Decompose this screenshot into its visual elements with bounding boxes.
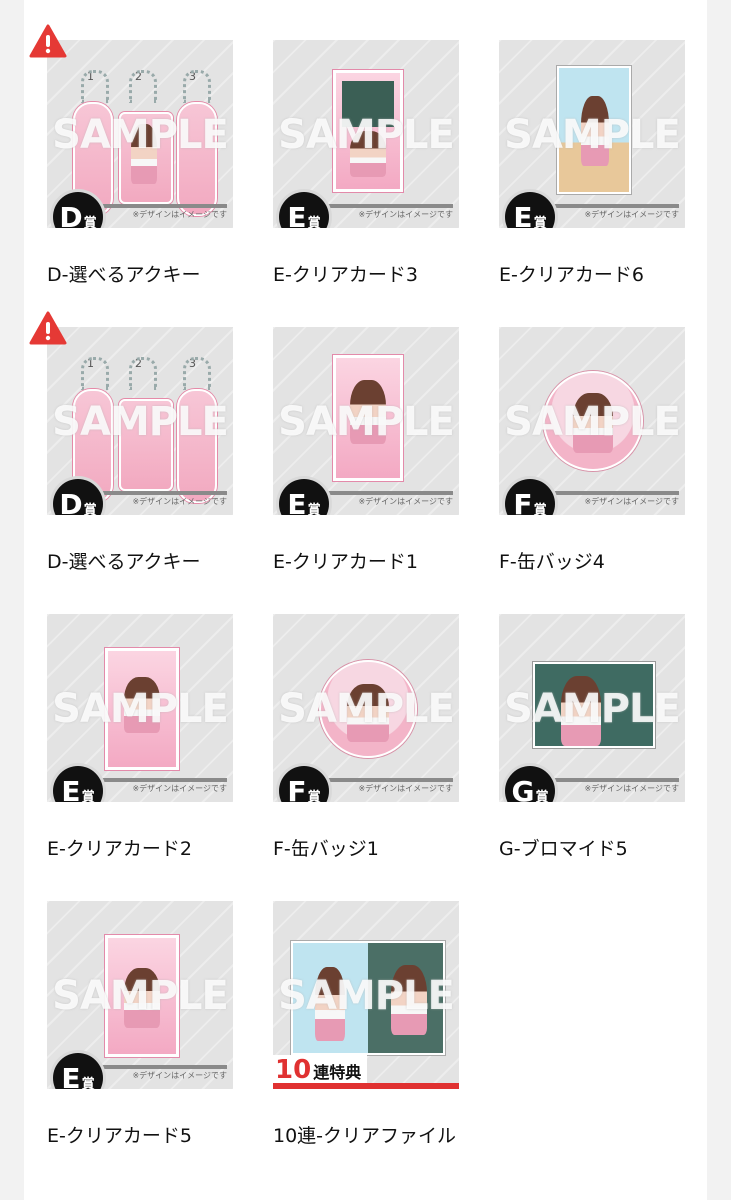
sample-watermark: SAMPLE [52,112,229,158]
design-note: ※デザインはイメージです [584,784,679,793]
prize-label[interactable]: D-選べるアクキー [47,258,247,292]
grade-badge: G賞 [505,766,555,802]
grade-badge: E賞 [279,192,329,228]
design-note: ※デザインはイメージです [132,497,227,506]
prize-thumbnail[interactable]: SAMPLE ※デザインはイメージです F賞 [273,614,459,802]
design-note: ※デザインはイメージです [358,210,453,219]
prize-thumbnail[interactable]: SAMPLE ※デザインはイメージです E賞 [273,40,459,228]
prize-label[interactable]: D-選べるアクキー [47,545,247,579]
sample-watermark: SAMPLE [504,112,681,158]
sample-watermark: SAMPLE [52,973,229,1019]
prize-thumbnail[interactable]: SAMPLE ※デザインはイメージです E賞 [499,40,685,228]
prize-thumbnail[interactable]: SAMPLE ※デザインはイメージです G賞 [499,614,685,802]
warning-icon [29,24,67,58]
design-note: ※デザインはイメージです [358,497,453,506]
prize-label[interactable]: E-クリアカード2 [47,832,247,866]
grade-badge: F賞 [279,766,329,802]
prize-label[interactable]: G-ブロマイド5 [499,832,699,866]
prize-thumbnail[interactable]: SAMPLE ※デザインはイメージです F賞 [499,327,685,515]
sample-watermark: SAMPLE [52,686,229,732]
design-note: ※デザインはイメージです [132,784,227,793]
sample-watermark: SAMPLE [52,399,229,445]
prize-label[interactable]: E-クリアカード1 [273,545,473,579]
design-note: ※デザインはイメージです [358,784,453,793]
prize-label[interactable]: E-クリアカード6 [499,258,699,292]
grade-badge: E賞 [279,479,329,515]
warning-icon [29,311,67,345]
design-note: ※デザインはイメージです [132,1071,227,1080]
grade-badge: E賞 [505,192,555,228]
prize-label[interactable]: E-クリアカード3 [273,258,473,292]
grade-badge: F賞 [505,479,555,515]
sample-watermark: SAMPLE [278,112,455,158]
sample-watermark: SAMPLE [278,399,455,445]
prize-thumbnail[interactable]: SAMPLE ※デザインはイメージです E賞 [47,901,233,1089]
prize-thumbnail[interactable]: SAMPLE ※デザインはイメージです E賞 [273,327,459,515]
sample-watermark: SAMPLE [278,973,455,1019]
design-note: ※デザインはイメージです [584,210,679,219]
grade-badge: E賞 [53,1053,103,1089]
prize-label[interactable]: E-クリアカード5 [47,1119,247,1153]
design-note: ※デザインはイメージです [584,497,679,506]
sample-watermark: SAMPLE [278,686,455,732]
prize-label[interactable]: F-缶バッジ4 [499,545,699,579]
sample-watermark: SAMPLE [504,686,681,732]
ten-pull-bonus-badge: 10 連特典 [273,1055,459,1089]
grade-badge: E賞 [53,766,103,802]
prize-label[interactable]: F-缶バッジ1 [273,832,473,866]
prize-thumbnail[interactable]: 1 2 3 SAMPLE ※デザインはイメージです D賞 [47,327,233,515]
prize-thumbnail[interactable]: SAMPLE ※デザインはイメージです E賞 [47,614,233,802]
prize-label[interactable]: 10連-クリアファイル [273,1119,473,1153]
prize-thumbnail[interactable]: 1 2 3 SAMPLE ※デザインはイメージです D賞 [47,40,233,228]
sample-watermark: SAMPLE [504,399,681,445]
prize-list-panel: 1 2 3 SAMPLE ※デザインはイメージです D賞 D-選べるアクキー S… [24,0,707,1200]
prize-thumbnail[interactable]: SAMPLE 10 連特典 [273,901,459,1089]
design-note: ※デザインはイメージです [132,210,227,219]
